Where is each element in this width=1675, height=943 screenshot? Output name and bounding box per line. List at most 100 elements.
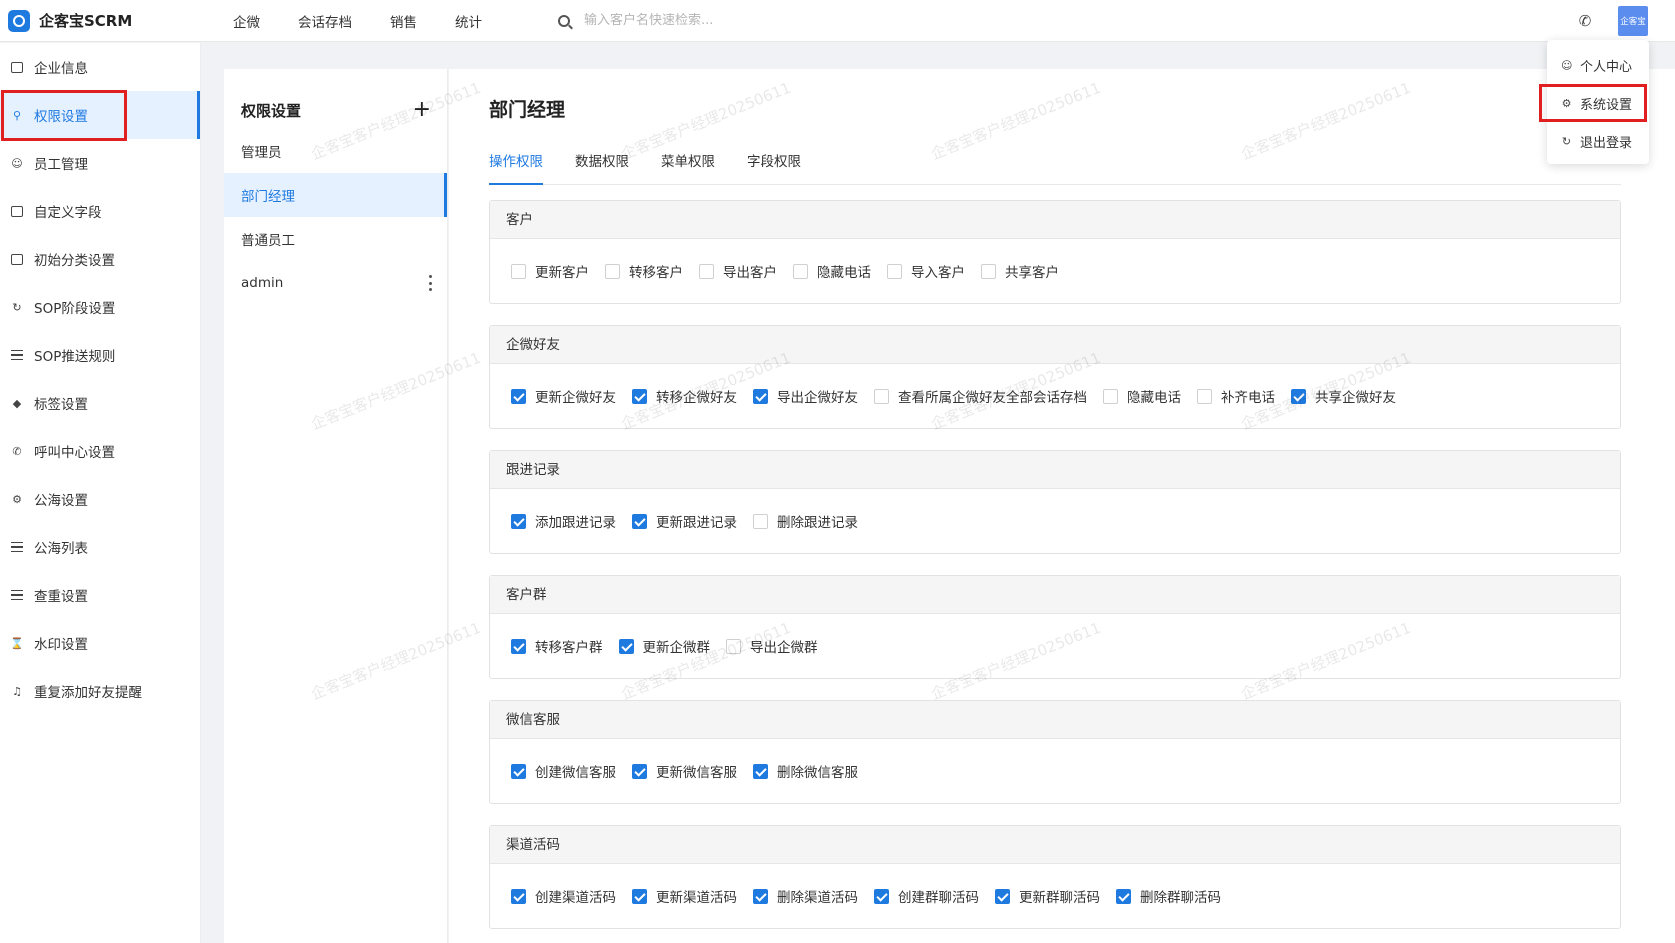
checkbox-checked-icon[interactable]: [511, 638, 526, 654]
permission-checkbox[interactable]: 更新跟进记录: [632, 511, 737, 531]
checkbox-checked-icon[interactable]: [632, 388, 647, 404]
permission-checkbox[interactable]: 更新客户: [511, 261, 589, 281]
role-item-dept-manager[interactable]: 部门经理: [224, 173, 447, 217]
menu-item-profile[interactable]: ☺ 个人中心: [1547, 46, 1649, 84]
permission-checkbox[interactable]: 更新群聊活码: [995, 886, 1100, 906]
add-role-icon[interactable]: +: [413, 99, 431, 121]
permission-checkbox[interactable]: 创建渠道活码: [511, 886, 616, 906]
checkbox-unchecked-icon[interactable]: [981, 263, 996, 279]
permission-label: 转移客户群: [535, 640, 603, 656]
settings-sidebar: 企业信息 ⚲ 权限设置 ☺ 员工管理 自定义字段 初始分类设置 ↻ SOP阶段设…: [0, 43, 201, 943]
checkbox-checked-icon[interactable]: [753, 388, 768, 404]
checkbox-checked-icon[interactable]: [995, 888, 1010, 904]
checkbox-unchecked-icon[interactable]: [753, 513, 768, 529]
sidebar-item-initial-category[interactable]: 初始分类设置: [0, 235, 200, 283]
sidebar-item-label: SOP推送规则: [34, 349, 116, 365]
role-item-employee[interactable]: 普通员工: [224, 217, 447, 261]
sidebar-item-watermark[interactable]: ⌛ 水印设置: [0, 619, 200, 667]
permission-checkbox[interactable]: 更新渠道活码: [632, 886, 737, 906]
permission-group: 渠道活码 创建渠道活码 更新渠道活码 删除渠道活码 创建群聊活码 更新群聊活码 删除群聊活码: [489, 825, 1621, 929]
permission-checkbox[interactable]: 共享客户: [981, 261, 1059, 281]
permission-checkbox[interactable]: 创建群聊活码: [874, 886, 979, 906]
permission-label: 创建渠道活码: [535, 890, 616, 906]
menu-item-logout[interactable]: ↻ 退出登录: [1547, 122, 1649, 160]
permission-label: 导入客户: [911, 265, 965, 281]
topnav-item-chat-archive[interactable]: 会话存档: [298, 11, 352, 31]
permission-checkbox[interactable]: 删除微信客服: [753, 761, 858, 781]
checkbox-unchecked-icon[interactable]: [699, 263, 714, 279]
search-input[interactable]: [584, 13, 844, 28]
permission-checkbox[interactable]: 创建微信客服: [511, 761, 616, 781]
checkbox-checked-icon[interactable]: [511, 763, 526, 779]
permission-checkbox[interactable]: 导出企微群: [726, 636, 818, 656]
checkbox-unchecked-icon[interactable]: [874, 388, 889, 404]
sidebar-item-sop-push[interactable]: SOP推送规则: [0, 331, 200, 379]
checkbox-checked-icon[interactable]: [632, 888, 647, 904]
sidebar-item-sop-stage[interactable]: ↻ SOP阶段设置: [0, 283, 200, 331]
tab-field[interactable]: 字段权限: [747, 151, 801, 185]
permission-checkbox[interactable]: 更新企微好友: [511, 386, 616, 406]
checkbox-checked-icon[interactable]: [511, 513, 526, 529]
checkbox-unchecked-icon[interactable]: [1103, 388, 1118, 404]
permission-checkbox[interactable]: 导出客户: [699, 261, 777, 281]
sidebar-item-pool-list[interactable]: 公海列表: [0, 523, 200, 571]
app-logo[interactable]: 企客宝SCRM: [0, 9, 233, 32]
checkbox-unchecked-icon[interactable]: [1197, 388, 1212, 404]
checkbox-unchecked-icon[interactable]: [511, 263, 526, 279]
permission-checkbox[interactable]: 导入客户: [887, 261, 965, 281]
permission-checkbox[interactable]: 更新微信客服: [632, 761, 737, 781]
permission-checkbox[interactable]: 删除群聊活码: [1116, 886, 1221, 906]
sidebar-item-tags[interactable]: ◆ 标签设置: [0, 379, 200, 427]
search-icon[interactable]: [558, 14, 570, 27]
permission-label: 导出企微好友: [777, 390, 858, 406]
more-vertical-icon[interactable]: [428, 275, 432, 291]
role-item-admin-user[interactable]: admin: [224, 261, 447, 305]
permission-checkbox[interactable]: 转移客户群: [511, 636, 603, 656]
checkbox-checked-icon[interactable]: [511, 888, 526, 904]
checkbox-checked-icon[interactable]: [753, 888, 768, 904]
checkbox-checked-icon[interactable]: [632, 763, 647, 779]
topnav-item-sales[interactable]: 销售: [390, 11, 417, 31]
tab-operation[interactable]: 操作权限: [489, 151, 543, 185]
permission-checkbox[interactable]: 添加跟进记录: [511, 511, 616, 531]
checkbox-unchecked-icon[interactable]: [793, 263, 808, 279]
permission-checkbox[interactable]: 共享企微好友: [1291, 386, 1396, 406]
topnav-item-stats[interactable]: 统计: [455, 11, 482, 31]
permission-checkbox[interactable]: 查看所属企微好友全部会话存档: [874, 386, 1087, 406]
checkbox-checked-icon[interactable]: [618, 638, 634, 654]
permission-checkbox[interactable]: 更新企微群: [618, 636, 710, 656]
sidebar-item-staff[interactable]: ☺ 员工管理: [0, 139, 200, 187]
permission-checkbox[interactable]: 转移企微好友: [632, 386, 737, 406]
permission-checkbox[interactable]: 删除渠道活码: [753, 886, 858, 906]
checkbox-unchecked-icon[interactable]: [887, 263, 902, 279]
checkbox-checked-icon[interactable]: [1116, 888, 1131, 904]
checkbox-checked-icon[interactable]: [753, 763, 768, 779]
avatar[interactable]: 企客宝: [1618, 6, 1648, 36]
checkbox-checked-icon[interactable]: [1291, 388, 1306, 404]
permission-checkbox[interactable]: 转移客户: [605, 261, 683, 281]
permission-checkbox[interactable]: 补齐电话: [1197, 386, 1275, 406]
permission-checkbox[interactable]: 导出企微好友: [753, 386, 858, 406]
tab-data[interactable]: 数据权限: [575, 151, 629, 185]
checkbox-unchecked-icon[interactable]: [726, 638, 741, 654]
sidebar-item-call-center[interactable]: ✆ 呼叫中心设置: [0, 427, 200, 475]
sidebar-item-pool-settings[interactable]: ⚙ 公海设置: [0, 475, 200, 523]
permission-checkbox[interactable]: 隐藏电话: [793, 261, 871, 281]
app-name: 企客宝SCRM: [39, 12, 133, 30]
permission-checkbox[interactable]: 删除跟进记录: [753, 511, 858, 531]
sidebar-item-duplicate-friend[interactable]: ♫ 重复添加好友提醒: [0, 667, 200, 715]
phone-icon[interactable]: ✆: [1576, 12, 1594, 30]
sidebar-item-dedupe[interactable]: 查重设置: [0, 571, 200, 619]
sidebar-item-company-info[interactable]: 企业信息: [0, 43, 200, 91]
workflow-icon: ↻: [12, 300, 22, 314]
checkbox-checked-icon[interactable]: [511, 388, 526, 404]
sidebar-item-custom-fields[interactable]: 自定义字段: [0, 187, 200, 235]
checkbox-unchecked-icon[interactable]: [605, 263, 620, 279]
role-item-admin[interactable]: 管理员: [224, 129, 447, 173]
permission-label: 创建微信客服: [535, 765, 616, 781]
checkbox-checked-icon[interactable]: [632, 513, 647, 529]
topnav-item-wecom[interactable]: 企微: [233, 11, 260, 31]
checkbox-checked-icon[interactable]: [874, 888, 889, 904]
permission-checkbox[interactable]: 隐藏电话: [1103, 386, 1181, 406]
tab-menu[interactable]: 菜单权限: [661, 151, 715, 185]
